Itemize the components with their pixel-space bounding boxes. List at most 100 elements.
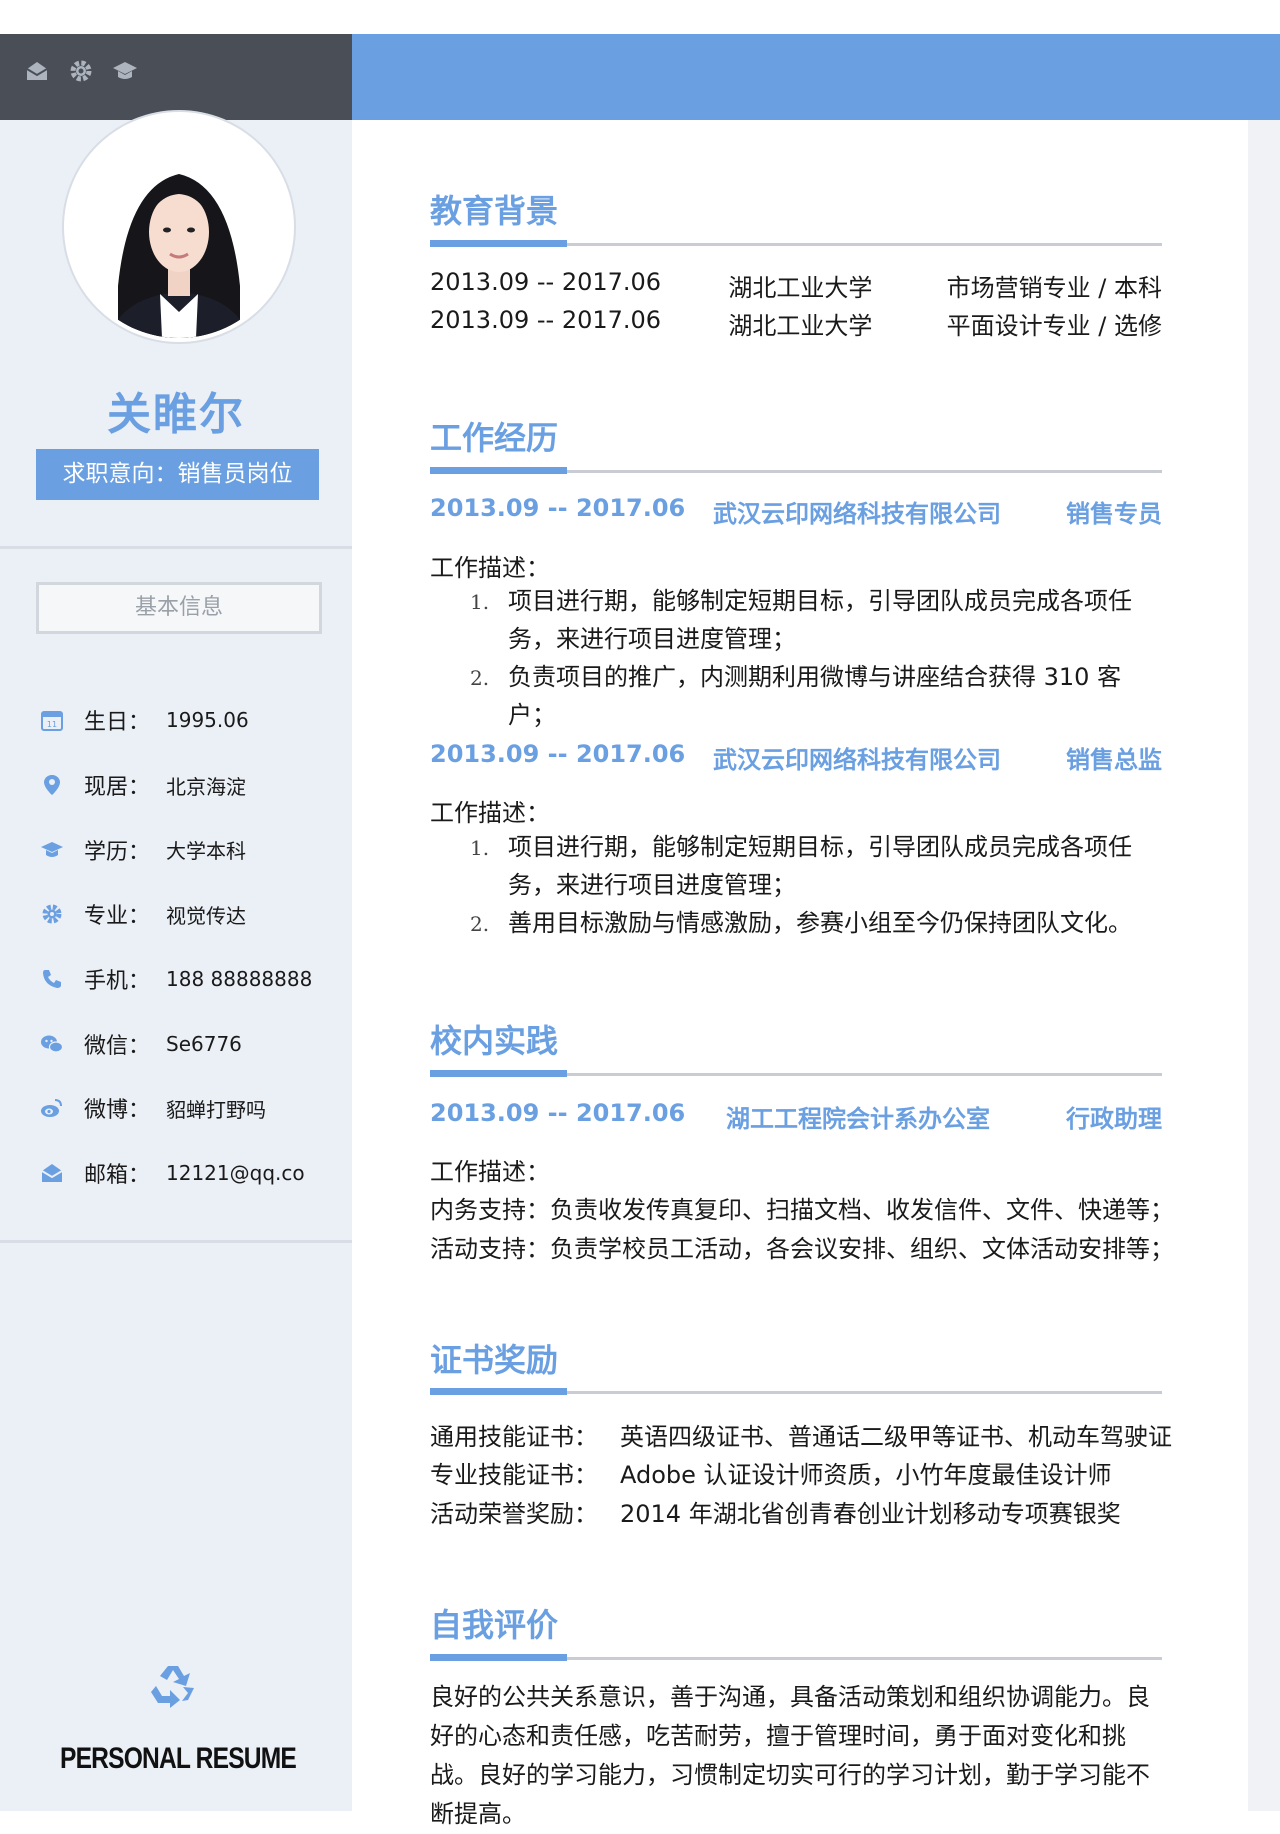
- cert-row: 活动荣誉奖励： 2014 年湖北省创青春创业计划移动专项赛银奖: [430, 1494, 1121, 1529]
- section-title-self: 自我评价: [430, 1606, 559, 1644]
- job-company: 武汉云印网络科技有限公司: [713, 746, 1001, 774]
- info-label: 手机：: [84, 969, 151, 995]
- cert-label: 专业技能证书：: [430, 1461, 598, 1489]
- info-value: 视觉传达: [166, 903, 246, 928]
- education-row: 2013.09 -- 2017.06 湖北工业大学 平面设计专业 / 选修: [430, 306, 1162, 341]
- list-number: 1.: [470, 836, 490, 860]
- section-title-certs: 证书奖励: [430, 1341, 559, 1379]
- campus-line: 活动支持：负责学校员工活动，各会议安排、组织、文体活动安排等；: [430, 1235, 1174, 1263]
- campus-desc-label: 工作描述：: [430, 1158, 550, 1186]
- section-underline: [430, 240, 1162, 247]
- header-icons: [24, 58, 138, 84]
- info-row-phone: 手机： 188 88888888: [40, 947, 340, 1012]
- cert-row: 专业技能证书： Adobe 认证设计师资质，小竹年度最佳设计师: [430, 1455, 1112, 1490]
- education-date: 2013.09 -- 2017.06: [430, 306, 662, 334]
- sidebar-divider: [0, 546, 352, 549]
- candidate-name: 关睢尔: [107, 389, 245, 440]
- list-item: 项目进行期，能够制定短期目标，引导团队成员完成各项任务，来进行项目进度管理；: [508, 587, 1132, 653]
- job-date: 2013.09 -- 2017.06: [430, 494, 686, 522]
- job-intent-badge: 求职意向：销售员岗位: [36, 449, 319, 500]
- graduation-cap-icon: [112, 58, 138, 84]
- info-row-birthday: 11 生日： 1995.06: [40, 688, 340, 753]
- list-item: 项目进行期，能够制定短期目标，引导团队成员完成各项任务，来进行项目进度管理；: [508, 833, 1132, 899]
- personal-resume-footer: PERSONAL RESUME: [59, 1742, 297, 1775]
- info-row-weibo: 微博： 貂蝉打野吗: [40, 1076, 340, 1141]
- info-value: 北京海淀: [166, 774, 246, 799]
- list-number: 1.: [470, 590, 490, 614]
- list-item: 负责项目的推广，内测期利用微博与讲座结合获得 310 客户；: [508, 663, 1122, 729]
- section-underline: [430, 1388, 1162, 1395]
- campus-org: 湖工工程院会计系办公室: [726, 1105, 990, 1133]
- cert-row: 通用技能证书： 英语四级证书、普通话二级甲等证书、机动车驾驶证: [430, 1417, 1172, 1452]
- calendar-icon: 11: [40, 708, 64, 732]
- weibo-icon: [40, 1096, 64, 1120]
- info-value: Se6776: [166, 1031, 242, 1056]
- campus-date: 2013.09 -- 2017.06: [430, 1099, 686, 1127]
- graduation-cap-icon: [40, 838, 64, 862]
- campus-line: 内务支持：负责收发传真复印、扫描文档、收发信件、文件、快递等；: [430, 1196, 1174, 1224]
- education-school: 湖北工业大学: [728, 312, 873, 340]
- cert-value: Adobe 认证设计师资质，小竹年度最佳设计师: [620, 1461, 1112, 1489]
- gear-icon: [40, 902, 64, 926]
- sidebar-divider: [0, 1240, 352, 1243]
- job-company: 武汉云印网络科技有限公司: [713, 500, 1001, 528]
- job-header: 2013.09 -- 2017.06 武汉云印网络科技有限公司 销售总监: [430, 740, 1162, 775]
- info-value: 貂蝉打野吗: [166, 1097, 266, 1122]
- phone-icon: [40, 967, 64, 991]
- list-item: 善用目标激励与情感激励，参赛小组至今仍保持团队文化。: [508, 909, 1132, 937]
- education-major: 平面设计专业 / 选修: [946, 312, 1162, 340]
- section-underline: [430, 467, 1162, 474]
- info-row-location: 现居： 北京海淀: [40, 753, 340, 818]
- info-value: 12121@qq.co: [166, 1161, 305, 1186]
- cert-value: 英语四级证书、普通话二级甲等证书、机动车驾驶证: [620, 1423, 1172, 1451]
- info-label: 邮箱：: [84, 1163, 151, 1189]
- campus-header: 2013.09 -- 2017.06 湖工工程院会计系办公室 行政助理: [430, 1099, 1162, 1134]
- wechat-icon: [40, 1032, 64, 1056]
- section-title-work: 工作经历: [430, 419, 559, 457]
- info-row-education: 学历： 大学本科: [40, 817, 340, 882]
- education-school: 湖北工业大学: [728, 274, 873, 302]
- right-margin-strip: [1248, 120, 1280, 1811]
- svg-text:11: 11: [47, 720, 57, 729]
- info-list: 11 生日： 1995.06 现居： 北京海淀 学历： 大学本科 专业： 视觉传…: [40, 688, 340, 1206]
- info-label: 生日：: [84, 710, 151, 736]
- education-major: 市场营销专业 / 本科: [946, 274, 1162, 302]
- basic-info-title: 基本信息: [36, 582, 322, 634]
- section-title-campus: 校内实践: [430, 1022, 559, 1060]
- cert-label: 活动荣誉奖励：: [430, 1500, 598, 1528]
- job-desc-label: 工作描述：: [430, 554, 550, 582]
- info-row-email: 邮箱： 12121@qq.co: [40, 1141, 340, 1206]
- job-role: 销售专员: [1066, 500, 1162, 528]
- job-header: 2013.09 -- 2017.06 武汉云印网络科技有限公司 销售专员: [430, 494, 1162, 529]
- info-label: 专业：: [84, 904, 151, 930]
- section-title-education: 教育背景: [430, 192, 559, 230]
- info-row-wechat: 微信： Se6776: [40, 1011, 340, 1076]
- mail-icon: [40, 1161, 64, 1185]
- info-label: 学历：: [84, 839, 151, 865]
- mail-icon: [24, 58, 50, 84]
- education-row: 2013.09 -- 2017.06 湖北工业大学 市场营销专业 / 本科: [430, 268, 1162, 303]
- job-desc-label: 工作描述：: [430, 799, 550, 827]
- gear-icon: [68, 58, 94, 84]
- header-blue-bar: [352, 34, 1280, 120]
- section-underline: [430, 1654, 1162, 1661]
- avatar: [64, 112, 294, 342]
- section-underline: [430, 1070, 1162, 1077]
- cert-label: 通用技能证书：: [430, 1423, 598, 1451]
- job-date: 2013.09 -- 2017.06: [430, 740, 686, 768]
- info-row-major: 专业： 视觉传达: [40, 882, 340, 947]
- info-value: 188 88888888: [166, 967, 313, 992]
- cert-value: 2014 年湖北省创青春创业计划移动专项赛银奖: [620, 1500, 1121, 1528]
- education-date: 2013.09 -- 2017.06: [430, 268, 662, 296]
- info-label: 微博：: [84, 1098, 151, 1124]
- list-number: 2.: [470, 912, 490, 936]
- info-value: 大学本科: [166, 839, 246, 864]
- recycle-icon: [148, 1660, 198, 1710]
- campus-role: 行政助理: [1066, 1105, 1162, 1133]
- job-role: 销售总监: [1066, 746, 1162, 774]
- location-icon: [40, 773, 64, 797]
- list-number: 2.: [470, 666, 490, 690]
- info-label: 现居：: [84, 775, 151, 801]
- info-label: 微信：: [84, 1033, 151, 1059]
- info-value: 1995.06: [166, 708, 249, 733]
